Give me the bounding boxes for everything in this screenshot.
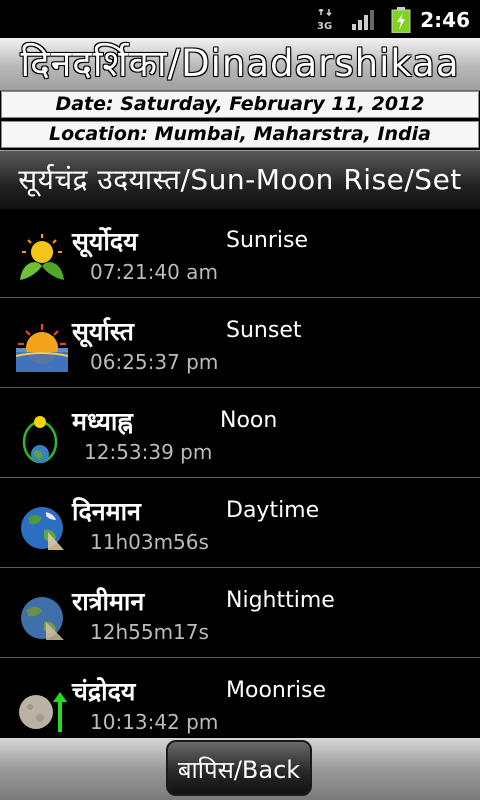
moonrise-icon: [19, 692, 67, 732]
back-button[interactable]: बापिस/Back: [166, 740, 312, 796]
svg-text:3G: 3G: [317, 21, 332, 31]
list-item-noon[interactable]: मध्याह्न Noon 12:53:39 pm: [0, 388, 480, 478]
sunrise-icon: [20, 234, 64, 280]
item-english-label: Daytime: [226, 498, 320, 523]
item-value: 06:25:37 pm: [90, 350, 219, 374]
list-item-daytime[interactable]: दिनमान Daytime 11h03m56s: [0, 478, 480, 568]
item-english-label: Nighttime: [226, 588, 335, 613]
item-value: 12:53:39 pm: [84, 440, 213, 464]
item-hindi-label: चंद्रोदय: [72, 677, 136, 706]
earth-night-icon: [21, 597, 64, 640]
item-hindi-label: रात्रीमान: [72, 587, 145, 616]
item-hindi-label: मध्याह्न: [72, 407, 133, 436]
app-title-bar: दिनदर्शिका/Dinadarshikaa: [0, 38, 480, 91]
list-item-moonrise[interactable]: चंद्रोदय Moonrise 10:13:42 pm: [0, 658, 480, 738]
item-value: 11h03m56s: [90, 530, 209, 554]
status-bar: 3G 2:46: [0, 0, 480, 38]
noon-icon: [22, 416, 58, 464]
list-item-sunrise[interactable]: सूर्योदय Sunrise 07:21:40 am: [0, 208, 480, 298]
item-hindi-label: सूर्योदय: [72, 227, 138, 256]
list-item-nighttime[interactable]: रात्रीमान Nighttime 12h55m17s: [0, 568, 480, 658]
item-value: 07:21:40 am: [90, 260, 218, 284]
list-item-sunset[interactable]: सूर्यास्त Sunset 06:25:37 pm: [0, 298, 480, 388]
signal-icon: [352, 10, 374, 30]
item-value: 10:13:42 pm: [90, 710, 219, 734]
section-title: सूर्यचंद्र उदयास्त/Sun-Moon Rise/Set: [18, 163, 462, 196]
date-info: Date: Saturday, February 11, 2012: [1, 91, 479, 118]
location-info: Location: Mumbai, Maharstra, India: [1, 121, 479, 148]
item-english-label: Moonrise: [226, 678, 326, 703]
item-hindi-label: सूर्यास्त: [72, 317, 134, 346]
item-hindi-label: दिनमान: [72, 497, 141, 526]
item-english-label: Noon: [220, 408, 278, 433]
network-3g-icon: 3G: [317, 9, 332, 31]
section-header: सूर्यचंद्र उदयास्त/Sun-Moon Rise/Set: [0, 150, 480, 209]
clock-time: 2:46: [420, 8, 470, 32]
bottom-bar: बापिस/Back: [0, 738, 480, 800]
item-value: 12h55m17s: [90, 620, 209, 644]
earth-day-icon: [21, 507, 64, 550]
app-title: दिनदर्शिका/Dinadarshikaa: [20, 42, 460, 85]
sunset-icon: [16, 324, 68, 372]
item-english-label: Sunset: [226, 318, 302, 343]
item-english-label: Sunrise: [226, 228, 309, 253]
rise-set-list[interactable]: सूर्योदय Sunrise 07:21:40 am सूर्यास्त S…: [0, 208, 480, 738]
battery-charging-icon: [391, 7, 411, 33]
